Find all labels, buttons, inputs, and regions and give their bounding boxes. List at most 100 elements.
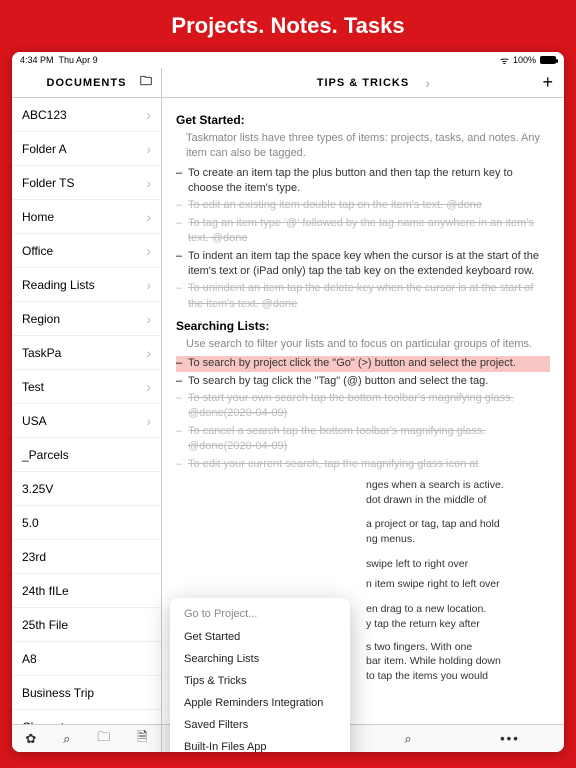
- sidebar-item[interactable]: Folder A ›: [12, 132, 161, 166]
- sidebar-item[interactable]: 24th fILe: [12, 574, 161, 608]
- wifi-icon: ᯤ: [500, 53, 509, 67]
- task-item[interactable]: –To start your own search tap the bottom…: [176, 391, 550, 422]
- popup-item[interactable]: Searching Lists: [170, 648, 350, 670]
- sidebar-item[interactable]: Reading Lists ›: [12, 268, 161, 302]
- bg-text: en drag to a new location.: [366, 602, 550, 617]
- sidebar-item[interactable]: A8: [12, 642, 161, 676]
- chevron-right-icon: ›: [146, 277, 151, 293]
- sidebar-item[interactable]: 5.0: [12, 506, 161, 540]
- task-item[interactable]: –To edit an existing item double tap on …: [176, 198, 550, 213]
- sidebar-header: DOCUMENTS 🗀: [12, 68, 161, 98]
- popup-item[interactable]: Get Started: [170, 626, 350, 648]
- statusbar: 4:34 PM Thu Apr 9 ᯤ 100%: [12, 52, 564, 68]
- settings-icon[interactable]: ✿: [25, 731, 36, 747]
- sidebar: DOCUMENTS 🗀 ABC123›Folder A›Folder TS›Ho…: [12, 68, 162, 752]
- task-item[interactable]: –To indent an item tap the space key whe…: [176, 249, 550, 280]
- sidebar-item-label: USA: [22, 414, 47, 428]
- sidebar-item-label: Test: [22, 380, 44, 394]
- sidebar-item-label: TaskPa: [22, 346, 61, 360]
- go-to-project-popup: Go to Project... Get StartedSearching Li…: [170, 598, 350, 752]
- title-dropdown-icon[interactable]: ›: [425, 75, 431, 91]
- sidebar-item[interactable]: ABC123 ›: [12, 98, 161, 132]
- sidebar-item-label: A8: [22, 652, 37, 666]
- note-text[interactable]: Taskmator lists have three types of item…: [186, 131, 550, 162]
- battery-pct: 100%: [513, 55, 536, 65]
- chevron-right-icon: ›: [146, 413, 151, 429]
- bg-text: dot drawn in the middle of: [366, 493, 550, 508]
- device-frame: 4:34 PM Thu Apr 9 ᯤ 100% DOCUMENTS 🗀 ABC…: [12, 52, 564, 752]
- sidebar-item-label: Business Trip: [22, 686, 94, 700]
- sidebar-item-label: Home: [22, 210, 54, 224]
- sidebar-item[interactable]: TaskPa›: [12, 336, 161, 370]
- task-item[interactable]: –To search by project click the "Go" (>)…: [176, 356, 550, 371]
- battery-icon: [540, 56, 556, 64]
- sidebar-item-label: ABC123: [22, 108, 67, 122]
- task-item[interactable]: –To search by tag click the "Tag" (@) bu…: [176, 374, 550, 389]
- sidebar-item-label: Folder A: [22, 142, 67, 156]
- bg-text: to tap the items you would: [366, 669, 550, 684]
- add-button[interactable]: +: [542, 72, 554, 93]
- project-heading[interactable]: Get Started:: [176, 112, 550, 129]
- folder-add-icon[interactable]: 🗀: [97, 728, 110, 750]
- sidebar-item[interactable]: Home ›: [12, 200, 161, 234]
- task-item[interactable]: –To unindent an item tap the delete key …: [176, 281, 550, 312]
- chevron-right-icon: ›: [146, 107, 151, 123]
- popup-item[interactable]: Saved Filters: [170, 714, 350, 736]
- sidebar-item[interactable]: Region ›: [12, 302, 161, 336]
- more-button[interactable]: •••: [500, 731, 520, 746]
- chevron-right-icon: ›: [146, 379, 151, 395]
- content-header: TIPS & TRICKS › +: [162, 68, 564, 98]
- banner-title: Projects. Notes. Tasks: [0, 0, 576, 52]
- sidebar-item-label: Office: [22, 244, 53, 258]
- task-item[interactable]: –To create an item tap the plus button a…: [176, 166, 550, 197]
- statusbar-time: 4:34 PM: [20, 55, 54, 65]
- sidebar-item[interactable]: Test ›: [12, 370, 161, 404]
- note-text[interactable]: Use search to filter your lists and to f…: [186, 337, 550, 352]
- chevron-right-icon: ›: [146, 141, 151, 157]
- chevron-right-icon: ›: [146, 209, 151, 225]
- sidebar-item[interactable]: USA ›: [12, 404, 161, 438]
- sidebar-item[interactable]: 3.25V: [12, 472, 161, 506]
- popup-title: Go to Project...: [170, 604, 350, 626]
- doc-title: TIPS & TRICKS: [317, 77, 409, 89]
- sidebar-title: DOCUMENTS: [47, 77, 127, 89]
- sidebar-item-label: 3.25V: [22, 482, 53, 496]
- sidebar-item-label: Region: [22, 312, 60, 326]
- bg-text: n item swipe right to left over: [366, 577, 550, 592]
- sidebar-item-label: 5.0: [22, 516, 39, 530]
- chevron-right-icon: ›: [146, 311, 151, 327]
- sidebar-item-label: Folder TS: [22, 176, 74, 190]
- chevron-right-icon: ›: [146, 175, 151, 191]
- sidebar-item[interactable]: Business Trip: [12, 676, 161, 710]
- sidebar-item[interactable]: 23rd: [12, 540, 161, 574]
- file-add-icon[interactable]: 🗎: [137, 728, 147, 750]
- task-item[interactable]: –To cancel a search tap the bottom toolb…: [176, 424, 550, 455]
- task-item[interactable]: –To edit your current search, tap the ma…: [176, 457, 550, 472]
- search-button[interactable]: ⌕: [404, 731, 411, 747]
- popup-item[interactable]: Tips & Tricks: [170, 670, 350, 692]
- chevron-right-icon: ›: [146, 243, 151, 259]
- sidebar-item-label: 23rd: [22, 550, 46, 564]
- sidebar-item[interactable]: Folder TS ›: [12, 166, 161, 200]
- sidebar-item-label: 25th File: [22, 618, 68, 632]
- popup-item[interactable]: Apple Reminders Integration: [170, 692, 350, 714]
- statusbar-date: Thu Apr 9: [59, 55, 98, 65]
- sidebar-item[interactable]: Office ›: [12, 234, 161, 268]
- search-icon[interactable]: ⌕: [63, 731, 70, 747]
- sidebar-item[interactable]: _Parcels: [12, 438, 161, 472]
- bg-text: nges when a search is active.: [366, 478, 550, 493]
- folder-icon[interactable]: 🗀: [140, 72, 153, 93]
- bg-text: s two fingers. With one: [366, 640, 550, 655]
- sidebar-item-label: _Parcels: [22, 448, 69, 462]
- sidebar-item-label: Reading Lists: [22, 278, 95, 292]
- bg-text: bar item. While holding down: [366, 654, 550, 669]
- sidebar-item-label: 24th fILe: [22, 584, 69, 598]
- popup-item[interactable]: Built-In Files App: [170, 736, 350, 752]
- bg-text: ng menus.: [366, 532, 550, 547]
- bg-text: a project or tag, tap and hold: [366, 517, 550, 532]
- sidebar-item[interactable]: 25th File: [12, 608, 161, 642]
- bg-text: swipe left to right over: [366, 557, 550, 572]
- bg-text: y tap the return key after: [366, 617, 550, 632]
- task-item[interactable]: –To tag an item type '@' followed by the…: [176, 216, 550, 247]
- project-heading[interactable]: Searching Lists:: [176, 318, 550, 335]
